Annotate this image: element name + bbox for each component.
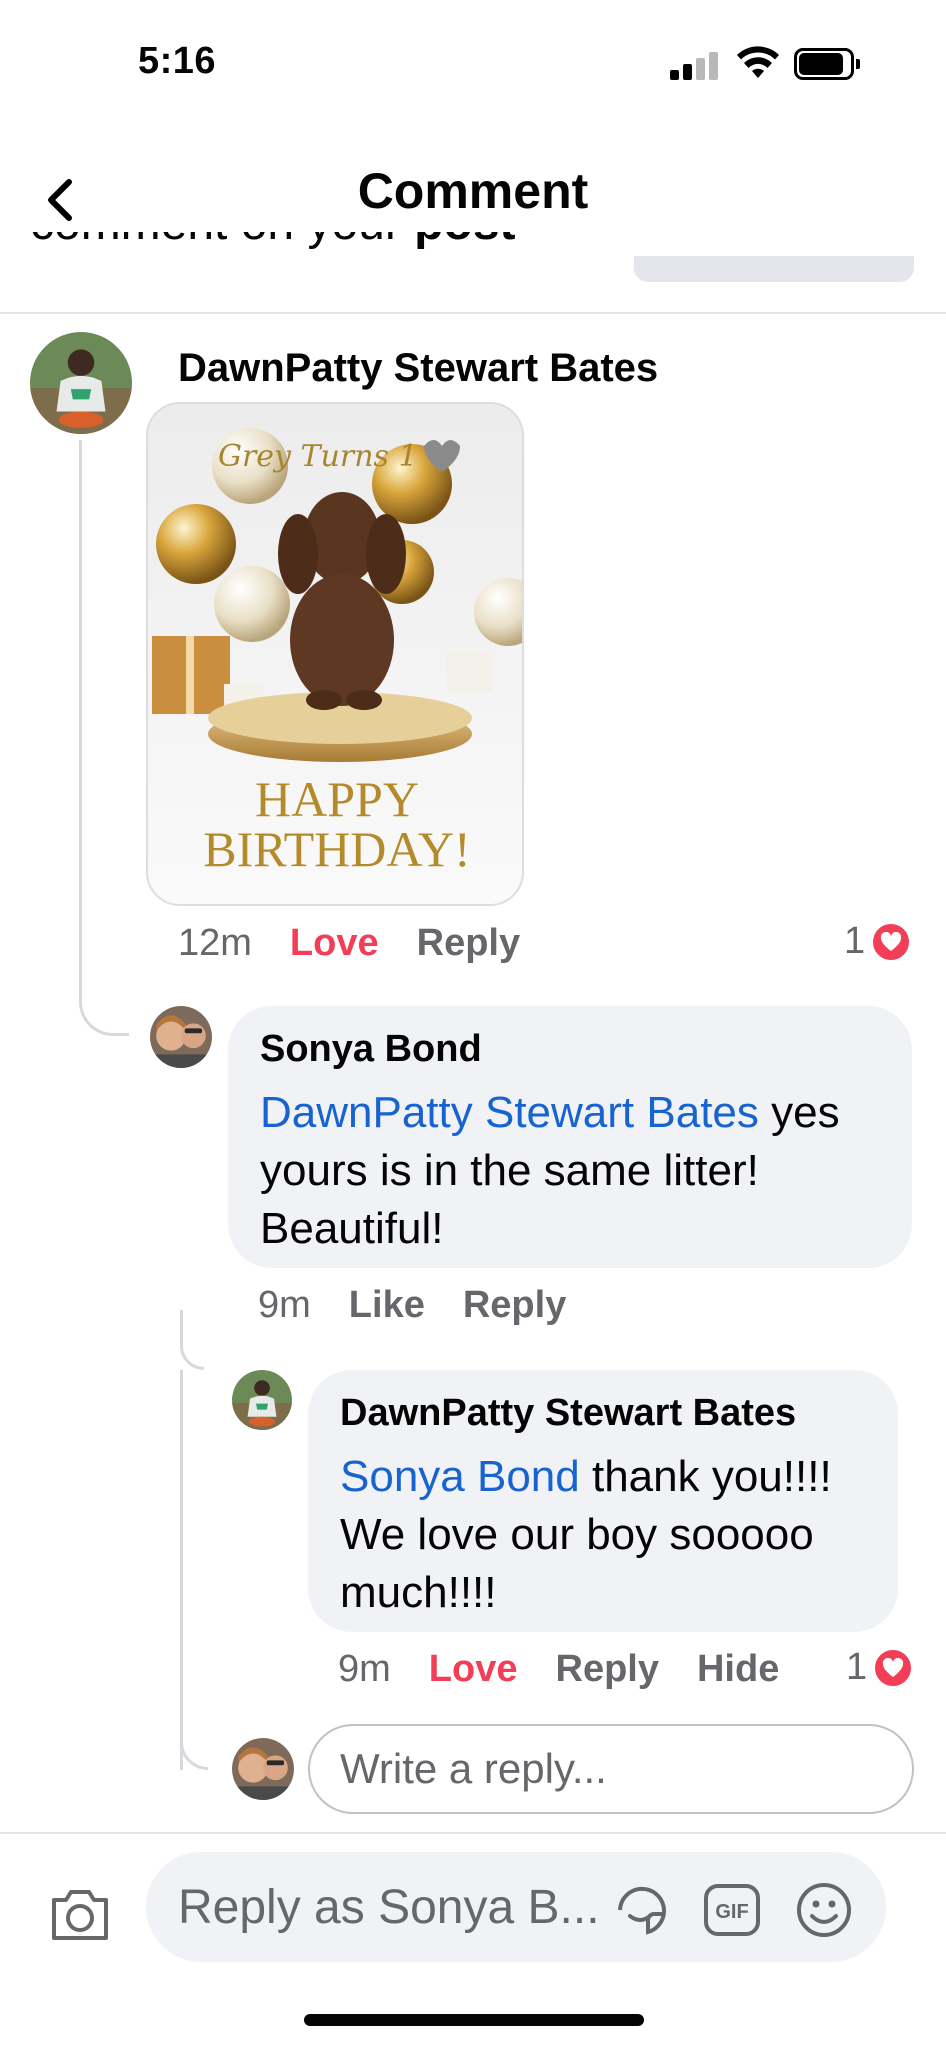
reply-text-line3: Beautiful! [260, 1204, 444, 1253]
comment-actions: 12m Love Reply [178, 922, 558, 965]
birthday-gif[interactable]: Grey Turns 1 HAPPY BIRTHDAY! [146, 402, 524, 906]
svg-text:GIF: GIF [715, 1901, 748, 1923]
sticker-icon[interactable] [612, 1880, 672, 1940]
heart-icon [873, 1647, 914, 1688]
home-indicator [304, 2014, 644, 2026]
thread-connector [180, 1740, 208, 1770]
reply-composer-input[interactable]: Reply as Sonya B... GIF [146, 1852, 886, 1962]
reply-text-line2: We love our boy sooooo [340, 1510, 814, 1559]
mention-link[interactable]: DawnPatty Stewart Bates [260, 1088, 759, 1137]
cellular-signal-icon [670, 50, 720, 80]
reply-bubble-dawnpatty: DawnPatty Stewart Bates Sonya Bond thank… [308, 1370, 898, 1632]
reply-time: 9m [258, 1284, 311, 1326]
thread-connector-vertical [180, 1370, 183, 1770]
previous-notification-text: comment on your post [30, 232, 630, 280]
comment-time: 12m [178, 922, 252, 964]
avatar-current-user [232, 1738, 294, 1800]
reply-bubble-sonya: Sonya Bond DawnPatty Stewart Bates yes y… [228, 1006, 912, 1268]
reply-author[interactable]: Sonya Bond [260, 1028, 482, 1071]
status-time: 5:16 [138, 40, 217, 82]
wifi-icon [737, 46, 779, 78]
previous-notification-pill [634, 256, 914, 282]
reply-button[interactable]: Reply [556, 1648, 659, 1691]
camera-icon[interactable] [48, 1882, 112, 1946]
svg-text:BIRTHDAY!: BIRTHDAY! [203, 821, 470, 877]
reply-actions: 9m Like Reply [258, 1284, 604, 1327]
reply-button[interactable]: Reply [463, 1284, 566, 1327]
avatar-dawnpatty-small[interactable] [232, 1370, 292, 1430]
reply-text-line2: yours is in the same litter! [260, 1146, 759, 1195]
reaction-count[interactable]: 1 [846, 1646, 914, 1689]
mention-link[interactable]: Sonya Bond [340, 1452, 580, 1501]
reaction-count[interactable]: 1 [844, 920, 912, 963]
thread-connector [180, 1310, 204, 1370]
svg-text:HAPPY: HAPPY [255, 771, 419, 827]
emoji-icon[interactable] [794, 1880, 854, 1940]
hide-button[interactable]: Hide [697, 1648, 779, 1691]
reply-text-line1: Sonya Bond thank you!!!! [340, 1452, 832, 1501]
page-title: Comment [357, 163, 589, 219]
avatar-sonya[interactable] [150, 1006, 212, 1068]
heart-icon [871, 921, 912, 962]
svg-text:Grey Turns 1: Grey Turns 1 [218, 439, 418, 474]
divider [0, 312, 946, 314]
reply-text-line3: much!!!! [340, 1568, 497, 1617]
reply-author[interactable]: DawnPatty Stewart Bates [340, 1392, 796, 1435]
comment-author[interactable]: DawnPatty Stewart Bates [178, 346, 658, 391]
thread-connector [79, 440, 129, 1036]
avatar-dawnpatty[interactable] [30, 332, 132, 434]
love-reaction-button[interactable]: Love [290, 922, 379, 965]
reply-button[interactable]: Reply [417, 922, 520, 965]
reply-time: 9m [338, 1648, 391, 1690]
love-reaction-button[interactable]: Love [429, 1648, 518, 1691]
gif-icon[interactable]: GIF [702, 1882, 762, 1938]
reply-text-line1: DawnPatty Stewart Bates yes [260, 1088, 840, 1137]
battery-icon [794, 48, 860, 80]
like-button[interactable]: Like [349, 1284, 425, 1327]
status-bar: 5:16 [0, 0, 946, 130]
reply-actions: 9m Love Reply Hide [338, 1648, 779, 1691]
write-reply-input[interactable]: Write a reply... [308, 1724, 914, 1814]
